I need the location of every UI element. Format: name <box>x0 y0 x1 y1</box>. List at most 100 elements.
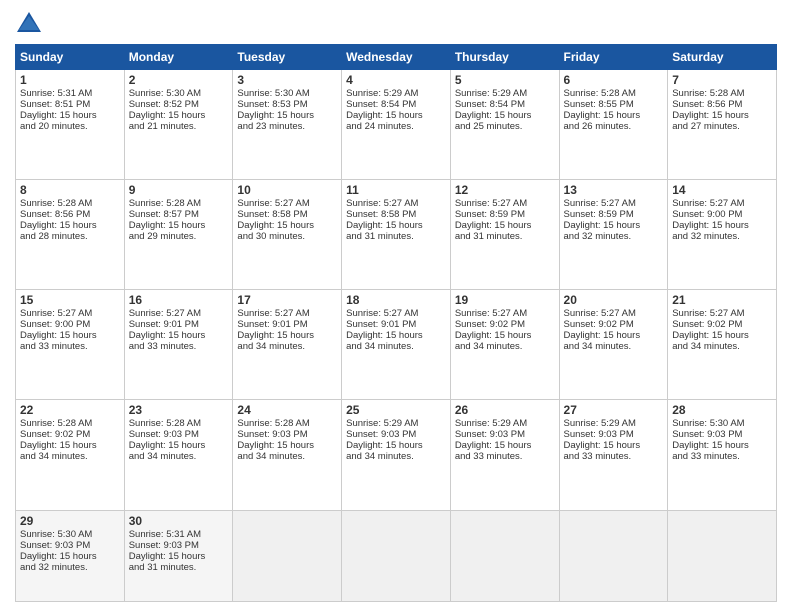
calendar-cell: 16Sunrise: 5:27 AMSunset: 9:01 PMDayligh… <box>124 290 233 400</box>
calendar-week-row-2: 8Sunrise: 5:28 AMSunset: 8:56 PMDaylight… <box>16 180 777 290</box>
calendar-cell: 17Sunrise: 5:27 AMSunset: 9:01 PMDayligh… <box>233 290 342 400</box>
day-info-line: Sunset: 9:02 PM <box>20 429 120 440</box>
day-info-line: Sunrise: 5:28 AM <box>564 88 664 99</box>
day-number: 22 <box>20 403 120 417</box>
day-info-line: Daylight: 15 hours <box>672 220 772 231</box>
day-info-line: and 32 minutes. <box>672 231 772 242</box>
day-info-line: and 33 minutes. <box>564 451 664 462</box>
day-info-line: and 34 minutes. <box>237 341 337 352</box>
day-info-line: Sunset: 8:51 PM <box>20 99 120 110</box>
page: SundayMondayTuesdayWednesdayThursdayFrid… <box>0 0 792 612</box>
calendar-table: SundayMondayTuesdayWednesdayThursdayFrid… <box>15 44 777 602</box>
day-info-line: Daylight: 15 hours <box>129 551 229 562</box>
calendar-cell: 22Sunrise: 5:28 AMSunset: 9:02 PMDayligh… <box>16 400 125 510</box>
day-info-line: and 34 minutes. <box>672 341 772 352</box>
day-info-line: Sunset: 8:52 PM <box>129 99 229 110</box>
calendar-cell: 3Sunrise: 5:30 AMSunset: 8:53 PMDaylight… <box>233 70 342 180</box>
calendar-cell: 30Sunrise: 5:31 AMSunset: 9:03 PMDayligh… <box>124 510 233 601</box>
day-info-line: Daylight: 15 hours <box>20 110 120 121</box>
day-info-line: Sunrise: 5:30 AM <box>20 529 120 540</box>
day-number: 5 <box>455 73 555 87</box>
day-number: 16 <box>129 293 229 307</box>
day-info-line: Daylight: 15 hours <box>455 440 555 451</box>
calendar-cell: 6Sunrise: 5:28 AMSunset: 8:55 PMDaylight… <box>559 70 668 180</box>
day-number: 24 <box>237 403 337 417</box>
day-info-line: Sunrise: 5:30 AM <box>672 418 772 429</box>
day-info-line: Daylight: 15 hours <box>20 551 120 562</box>
calendar-cell: 28Sunrise: 5:30 AMSunset: 9:03 PMDayligh… <box>668 400 777 510</box>
day-number: 27 <box>564 403 664 417</box>
day-info-line: Sunset: 9:02 PM <box>455 319 555 330</box>
day-info-line: Sunset: 8:56 PM <box>20 209 120 220</box>
day-info-line: Sunrise: 5:27 AM <box>672 198 772 209</box>
calendar-cell: 9Sunrise: 5:28 AMSunset: 8:57 PMDaylight… <box>124 180 233 290</box>
day-info-line: Sunrise: 5:27 AM <box>564 308 664 319</box>
day-number: 29 <box>20 514 120 528</box>
day-number: 28 <box>672 403 772 417</box>
day-info-line: Sunrise: 5:27 AM <box>455 308 555 319</box>
day-info-line: and 31 minutes. <box>346 231 446 242</box>
day-info-line: Sunset: 8:54 PM <box>346 99 446 110</box>
day-info-line: and 32 minutes. <box>564 231 664 242</box>
calendar-header-saturday: Saturday <box>668 45 777 70</box>
calendar-week-row-1: 1Sunrise: 5:31 AMSunset: 8:51 PMDaylight… <box>16 70 777 180</box>
day-info-line: Daylight: 15 hours <box>672 440 772 451</box>
day-info-line: Sunrise: 5:28 AM <box>129 198 229 209</box>
day-info-line: Sunset: 9:02 PM <box>564 319 664 330</box>
calendar-header-row: SundayMondayTuesdayWednesdayThursdayFrid… <box>16 45 777 70</box>
day-info-line: Sunset: 9:03 PM <box>20 540 120 551</box>
day-info-line: Sunset: 8:55 PM <box>564 99 664 110</box>
day-number: 15 <box>20 293 120 307</box>
day-info-line: Sunrise: 5:27 AM <box>672 308 772 319</box>
day-info-line: Sunset: 8:58 PM <box>346 209 446 220</box>
day-info-line: Daylight: 15 hours <box>346 440 446 451</box>
day-info-line: and 34 minutes. <box>20 451 120 462</box>
day-info-line: Daylight: 15 hours <box>564 110 664 121</box>
day-info-line: Sunset: 8:58 PM <box>237 209 337 220</box>
day-info-line: and 33 minutes. <box>672 451 772 462</box>
day-info-line: Sunrise: 5:27 AM <box>346 198 446 209</box>
calendar-cell: 14Sunrise: 5:27 AMSunset: 9:00 PMDayligh… <box>668 180 777 290</box>
calendar-header-thursday: Thursday <box>450 45 559 70</box>
day-info-line: Sunset: 8:54 PM <box>455 99 555 110</box>
day-info-line: and 31 minutes. <box>129 562 229 573</box>
day-info-line: Sunset: 9:03 PM <box>455 429 555 440</box>
calendar-cell: 11Sunrise: 5:27 AMSunset: 8:58 PMDayligh… <box>342 180 451 290</box>
day-info-line: Sunrise: 5:27 AM <box>237 198 337 209</box>
day-info-line: Sunrise: 5:29 AM <box>346 418 446 429</box>
calendar-header-monday: Monday <box>124 45 233 70</box>
day-info-line: Sunset: 9:02 PM <box>672 319 772 330</box>
day-info-line: Daylight: 15 hours <box>455 220 555 231</box>
day-info-line: Daylight: 15 hours <box>564 440 664 451</box>
day-info-line: Sunrise: 5:28 AM <box>20 418 120 429</box>
calendar-cell: 8Sunrise: 5:28 AMSunset: 8:56 PMDaylight… <box>16 180 125 290</box>
day-info-line: Sunset: 8:53 PM <box>237 99 337 110</box>
calendar-cell: 25Sunrise: 5:29 AMSunset: 9:03 PMDayligh… <box>342 400 451 510</box>
day-info-line: Sunrise: 5:27 AM <box>20 308 120 319</box>
logo-icon <box>15 10 43 38</box>
day-info-line: Daylight: 15 hours <box>237 330 337 341</box>
day-info-line: Sunset: 9:03 PM <box>237 429 337 440</box>
day-info-line: Sunset: 9:03 PM <box>129 540 229 551</box>
day-info-line: and 30 minutes. <box>237 231 337 242</box>
calendar-cell: 20Sunrise: 5:27 AMSunset: 9:02 PMDayligh… <box>559 290 668 400</box>
day-info-line: Sunrise: 5:30 AM <box>129 88 229 99</box>
calendar-cell: 1Sunrise: 5:31 AMSunset: 8:51 PMDaylight… <box>16 70 125 180</box>
day-info-line: and 28 minutes. <box>20 231 120 242</box>
day-info-line: and 34 minutes. <box>564 341 664 352</box>
day-info-line: Sunset: 8:56 PM <box>672 99 772 110</box>
day-number: 12 <box>455 183 555 197</box>
calendar-cell: 5Sunrise: 5:29 AMSunset: 8:54 PMDaylight… <box>450 70 559 180</box>
day-number: 25 <box>346 403 446 417</box>
logo <box>15 10 47 38</box>
calendar-cell: 24Sunrise: 5:28 AMSunset: 9:03 PMDayligh… <box>233 400 342 510</box>
day-info-line: and 33 minutes. <box>129 341 229 352</box>
day-info-line: and 34 minutes. <box>455 341 555 352</box>
calendar-cell: 27Sunrise: 5:29 AMSunset: 9:03 PMDayligh… <box>559 400 668 510</box>
calendar-header-tuesday: Tuesday <box>233 45 342 70</box>
day-number: 11 <box>346 183 446 197</box>
day-info-line: Daylight: 15 hours <box>129 110 229 121</box>
day-number: 7 <box>672 73 772 87</box>
day-info-line: Daylight: 15 hours <box>129 440 229 451</box>
day-info-line: Daylight: 15 hours <box>455 330 555 341</box>
